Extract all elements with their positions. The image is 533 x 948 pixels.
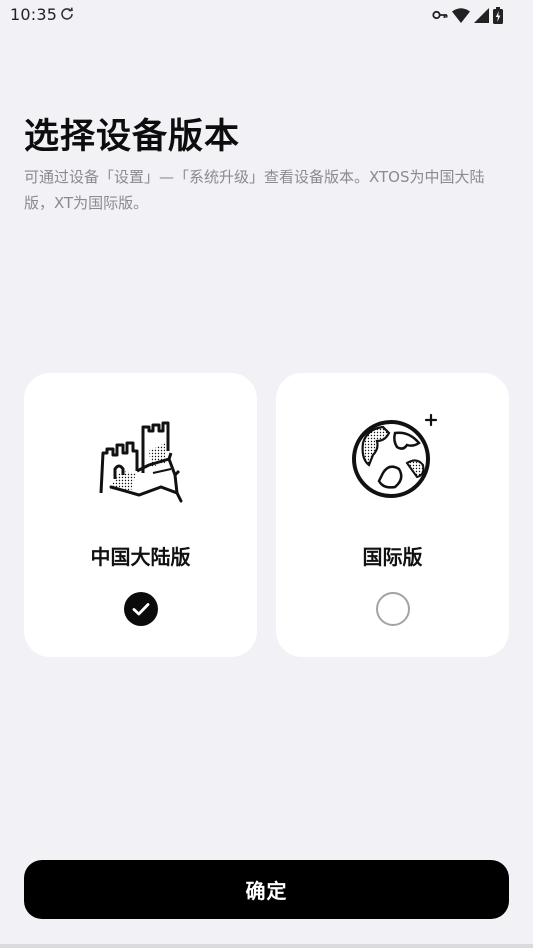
status-icons <box>432 6 503 24</box>
radio-selected[interactable] <box>123 592 158 626</box>
cellular-signal-icon <box>474 7 489 23</box>
confirm-button[interactable]: 确定 <box>24 860 509 919</box>
navigation-bar-line <box>0 944 533 948</box>
option-card-international[interactable]: 国际版 <box>276 373 509 657</box>
radio-unselected[interactable] <box>375 592 410 626</box>
status-time: 10:35 <box>10 5 58 24</box>
page-subtitle: 可通过设备「设置」—「系统升级」查看设备版本。XTOS为中国大陆版，XT为国际版… <box>24 168 485 212</box>
option-card-china-mainland[interactable]: 中国大陆版 <box>24 373 257 657</box>
option-label-china-mainland: 中国大陆版 <box>90 545 191 569</box>
check-icon <box>132 603 149 616</box>
wifi-icon <box>452 7 470 23</box>
option-label-international: 国际版 <box>362 545 423 569</box>
status-bar: 10:35 <box>0 0 533 30</box>
sync-icon <box>61 7 73 20</box>
globe-icon <box>351 413 437 498</box>
battery-charging-icon <box>493 6 503 24</box>
vpn-key-icon <box>432 10 448 20</box>
page-title: 选择设备版本 <box>24 117 241 157</box>
great-wall-icon <box>99 421 182 503</box>
